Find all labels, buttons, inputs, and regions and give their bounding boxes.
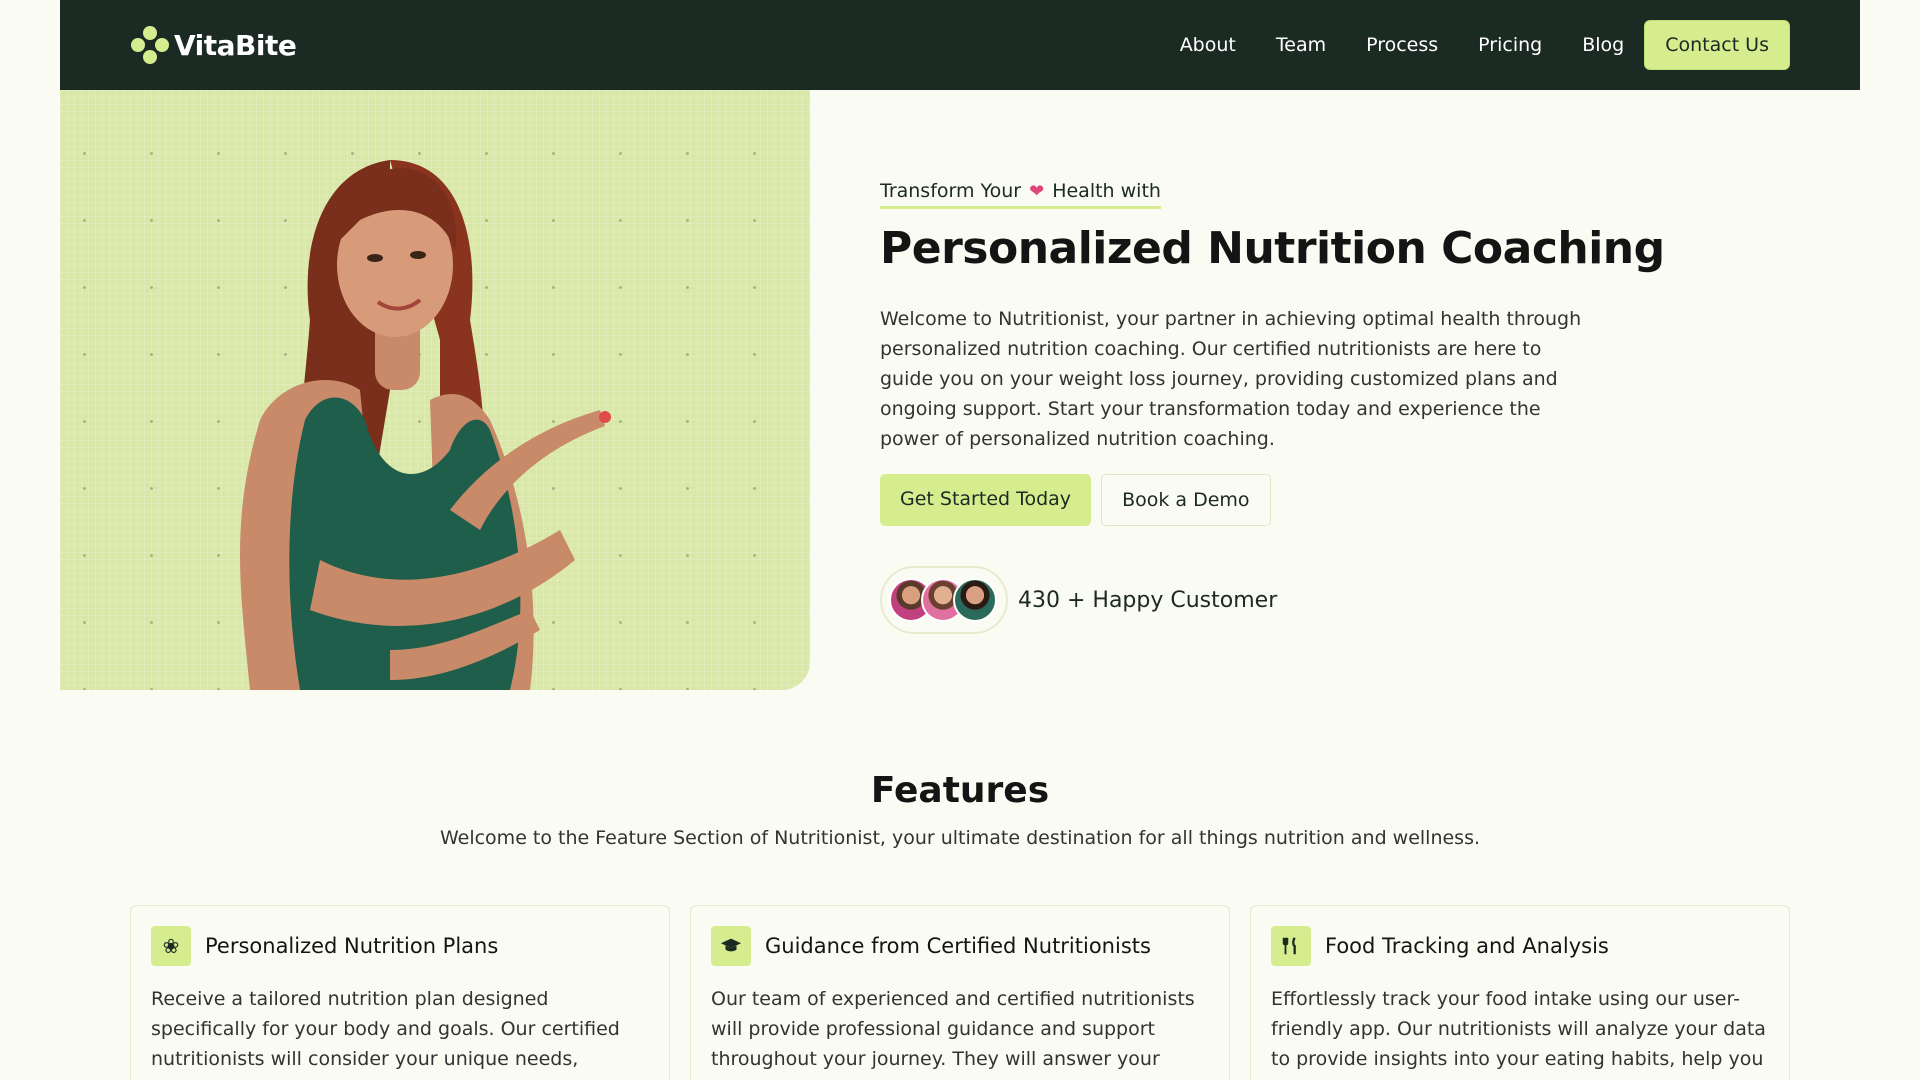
- nav-item-about[interactable]: About: [1160, 34, 1256, 56]
- card-title: Food Tracking and Analysis: [1325, 934, 1609, 958]
- nav-item-blog[interactable]: Blog: [1562, 34, 1644, 56]
- customer-avatars: [880, 566, 1008, 634]
- feature-card-food-tracking: Food Tracking and Analysis Effortlessly …: [1250, 905, 1790, 1080]
- heart-icon: ❤: [1029, 180, 1045, 202]
- features-section: Features Welcome to the Feature Section …: [0, 770, 1920, 849]
- card-body: Effortlessly track your food intake usin…: [1271, 988, 1766, 1080]
- hero-section: Transform Your ❤ Health with Personalize…: [880, 180, 1665, 634]
- card-header: Food Tracking and Analysis: [1271, 926, 1769, 966]
- features-subtitle: Welcome to the Feature Section of Nutrit…: [439, 827, 1481, 849]
- card-header: ❀ Personalized Nutrition Plans: [151, 926, 649, 966]
- avatar: [953, 578, 997, 622]
- eyebrow-text-start: Transform Your: [880, 180, 1022, 202]
- sprout-icon: ❀: [151, 926, 191, 966]
- main-nav: About Team Process Pricing Blog Contact …: [1160, 20, 1790, 70]
- card-body: Receive a tailored nutrition plan design…: [151, 988, 620, 1080]
- hero-image: [60, 90, 810, 690]
- card-title: Personalized Nutrition Plans: [205, 934, 499, 958]
- feature-card-certified-nutritionists: Guidance from Certified Nutritionists Ou…: [690, 905, 1230, 1080]
- contact-us-button[interactable]: Contact Us: [1644, 20, 1790, 70]
- card-header: Guidance from Certified Nutritionists: [711, 926, 1209, 966]
- hero-description: Welcome to Nutritionist, your partner in…: [880, 308, 1582, 450]
- feature-cards: ❀ Personalized Nutrition Plans Receive a…: [130, 905, 1790, 1080]
- brand-logo[interactable]: VitaBite: [130, 25, 297, 65]
- hero-eyebrow: Transform Your ❤ Health with: [880, 180, 1161, 209]
- brand-name: VitaBite: [174, 28, 297, 62]
- woman-pointing-photo: [240, 160, 611, 690]
- get-started-button[interactable]: Get Started Today: [880, 474, 1092, 526]
- nav-item-team[interactable]: Team: [1256, 34, 1346, 56]
- clover-icon: [131, 26, 169, 64]
- fork-knife-icon: [1271, 926, 1311, 966]
- hero-cta-row: Get Started Today Book a Demo: [880, 474, 1600, 526]
- top-navbar: VitaBite About Team Process Pricing Blog…: [60, 0, 1860, 90]
- hero-title: Personalized Nutrition Coaching: [880, 223, 1665, 274]
- features-title: Features: [870, 770, 1050, 811]
- graduation-cap-icon: [711, 926, 751, 966]
- card-body: Our team of experienced and certified nu…: [711, 988, 1195, 1080]
- nav-item-process[interactable]: Process: [1346, 34, 1458, 56]
- happy-customers: 430 + Happy Customer: [880, 566, 1600, 634]
- eyebrow-text-end: Health with: [1052, 180, 1161, 202]
- happy-customers-count: 430 + Happy Customer: [1018, 587, 1278, 613]
- nav-item-pricing[interactable]: Pricing: [1458, 34, 1562, 56]
- feature-card-nutrition-plans: ❀ Personalized Nutrition Plans Receive a…: [130, 905, 670, 1080]
- book-demo-button[interactable]: Book a Demo: [1101, 474, 1271, 526]
- card-title: Guidance from Certified Nutritionists: [765, 934, 1151, 958]
